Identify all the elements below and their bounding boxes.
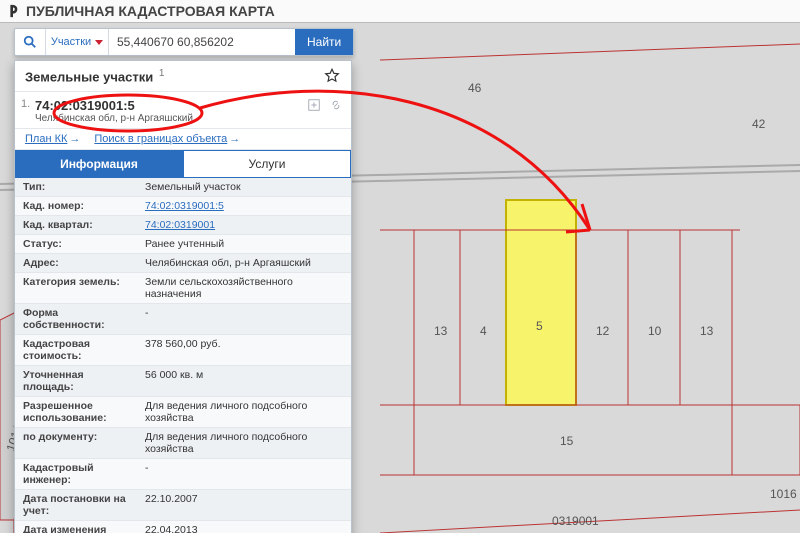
search-bar: Участки Найти <box>14 28 354 56</box>
field-value: Ранее учтенный <box>137 235 351 254</box>
field-label: Статус: <box>15 235 137 254</box>
field-value: 22.10.2007 <box>137 490 351 521</box>
field-value[interactable]: 74:02:0319001 <box>137 216 351 235</box>
search-type-label: Участки <box>51 36 91 48</box>
info-row: Кадастровый инженер:- <box>15 459 351 490</box>
search-input[interactable] <box>109 29 295 55</box>
tab-services[interactable]: Услуги <box>183 150 351 178</box>
info-row: Кадастровая стоимость:378 560,00 руб. <box>15 335 351 366</box>
panel-title: Земельные участки <box>25 69 153 84</box>
field-value: Для ведения личного подсобного хозяйства <box>137 428 351 459</box>
info-row: Статус:Ранее учтенный <box>15 235 351 254</box>
info-row: Кад. номер:74:02:0319001:5 <box>15 197 351 216</box>
app-header: ПУБЛИЧНАЯ КАДАСТРОВАЯ КАРТА <box>0 0 800 23</box>
info-row: Адрес:Челябинская обл, р-н Аргаяшский <box>15 254 351 273</box>
caret-down-icon <box>95 40 103 45</box>
result-cad-number: 74:02:0319001:5 <box>35 98 341 113</box>
field-label: Кад. квартал: <box>15 216 137 235</box>
field-value: - <box>137 304 351 335</box>
parcel-label: 13 <box>700 324 714 338</box>
parcel-label: 5 <box>536 319 543 333</box>
field-label: Уточненная площадь: <box>15 366 137 397</box>
search-button[interactable]: Найти <box>295 29 353 55</box>
field-value: Земли сельскохозяйственного назначения <box>137 273 351 304</box>
rosreestr-logo-icon <box>6 4 20 18</box>
info-row: Тип:Земельный участок <box>15 178 351 197</box>
search-result-item[interactable]: 1. 74:02:0319001:5 Челябинская обл, р-н … <box>15 92 351 129</box>
field-label: Дата изменения сведений в ГКН: <box>15 521 137 533</box>
field-label: Кадастровая стоимость: <box>15 335 137 366</box>
parcel-label: 1016 <box>770 487 797 501</box>
parcel-label: 46 <box>468 81 482 95</box>
search-type-select[interactable]: Участки <box>45 29 109 55</box>
field-label: Категория земель: <box>15 273 137 304</box>
field-label: Кадастровый инженер: <box>15 459 137 490</box>
field-label: Разрешенное использование: <box>15 397 137 428</box>
info-row: Кад. квартал:74:02:0319001 <box>15 216 351 235</box>
parcel-label: 0319001 <box>552 514 599 528</box>
parcel-label: 12 <box>596 324 610 338</box>
info-table: Тип:Земельный участокКад. номер:74:02:03… <box>15 178 351 533</box>
field-label: по документу: <box>15 428 137 459</box>
info-row: Разрешенное использование:Для ведения ли… <box>15 397 351 428</box>
panel-header: Земельные участки 1 <box>15 61 351 92</box>
parcel-label: 4 <box>480 324 487 338</box>
search-in-bounds-link[interactable]: Поиск в границах объекта <box>94 133 227 145</box>
panel-links: План КК→ Поиск в границах объекта→ <box>15 129 351 150</box>
parcel-label: 13 <box>434 324 448 338</box>
info-row: Форма собственности:- <box>15 304 351 335</box>
info-row: Категория земель:Земли сельскохозяйствен… <box>15 273 351 304</box>
tab-info[interactable]: Информация <box>15 150 183 178</box>
result-region: Челябинская обл, р-н Аргаяшский <box>35 113 341 124</box>
field-value: Земельный участок <box>137 178 351 197</box>
field-value: Челябинская обл, р-н Аргаяшский <box>137 254 351 273</box>
zoom-to-icon[interactable] <box>307 98 321 112</box>
field-value: Для ведения личного подсобного хозяйства <box>137 397 351 428</box>
panel-tabs: Информация Услуги <box>15 150 351 178</box>
page-title: ПУБЛИЧНАЯ КАДАСТРОВАЯ КАРТА <box>26 3 275 19</box>
info-row: Дата постановки на учет:22.10.2007 <box>15 490 351 521</box>
info-row: Уточненная площадь:56 000 кв. м <box>15 366 351 397</box>
field-label: Дата постановки на учет: <box>15 490 137 521</box>
info-row: Дата изменения сведений в ГКН:22.04.2013 <box>15 521 351 533</box>
field-value: 378 560,00 руб. <box>137 335 351 366</box>
favorite-icon[interactable] <box>323 67 341 85</box>
parcel-label: 10 <box>648 324 662 338</box>
field-label: Адрес: <box>15 254 137 273</box>
parcel-label: 15 <box>560 434 574 448</box>
parcel-label: 42 <box>752 117 766 131</box>
info-panel: Земельные участки 1 1. 74:02:0319001:5 Ч… <box>14 60 352 533</box>
field-label: Форма собственности: <box>15 304 137 335</box>
plan-kk-link[interactable]: План КК <box>25 133 67 145</box>
field-label: Тип: <box>15 178 137 197</box>
info-row: по документу:Для ведения личного подсобн… <box>15 428 351 459</box>
field-value: 56 000 кв. м <box>137 366 351 397</box>
field-value: 22.04.2013 <box>137 521 351 533</box>
field-value: - <box>137 459 351 490</box>
link-icon[interactable] <box>329 98 343 112</box>
result-index: 1. <box>21 98 30 110</box>
panel-count: 1 <box>159 68 165 79</box>
field-value[interactable]: 74:02:0319001:5 <box>137 197 351 216</box>
field-label: Кад. номер: <box>15 197 137 216</box>
search-icon[interactable] <box>15 29 45 55</box>
